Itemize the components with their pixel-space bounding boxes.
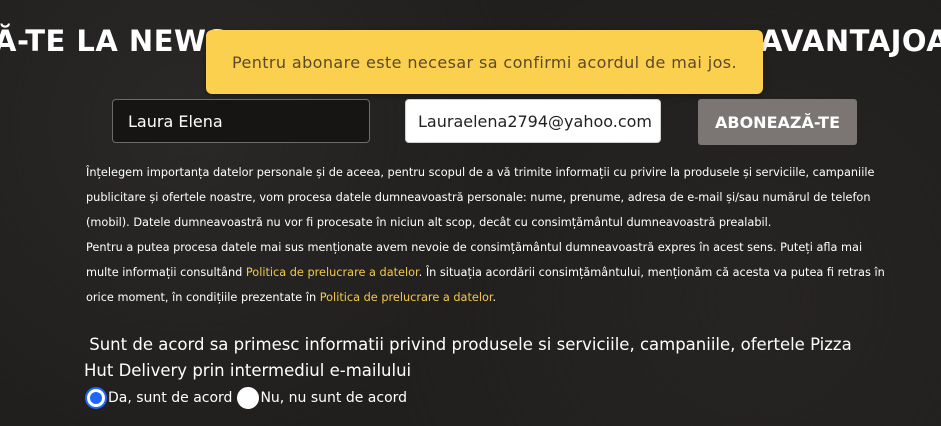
consent-option-yes-label: Da, sunt de acord bbox=[108, 390, 233, 406]
privacy-notice: Înțelegem importanța datelor personale ș… bbox=[86, 160, 886, 310]
consent-question: Sunt de acord sa primesc informatii priv… bbox=[84, 332, 884, 384]
privacy-policy-link-2[interactable]: Politica de prelucrare a datelor bbox=[320, 291, 493, 304]
subscribe-button[interactable]: ABONEAZĂ-TE bbox=[698, 99, 857, 145]
radio-yes[interactable] bbox=[85, 387, 107, 409]
email-field[interactable]: Lauraelena2794@yahoo.com bbox=[405, 99, 661, 143]
name-field-value: Laura Elena bbox=[128, 111, 223, 131]
consent-question-text: Sunt de acord sa primesc informatii priv… bbox=[84, 335, 852, 380]
consent-option-yes[interactable]: Da, sunt de acord bbox=[85, 387, 232, 409]
headline-left-text: Ă-TE LA NEWS bbox=[0, 24, 228, 58]
privacy-paragraph-1: Înțelegem importanța datelor personale ș… bbox=[86, 166, 875, 229]
headline-right-text: AVANTAJOA bbox=[760, 24, 941, 58]
email-field-value: Lauraelena2794@yahoo.com bbox=[418, 111, 653, 131]
name-field[interactable]: Laura Elena bbox=[112, 99, 370, 143]
consent-radio-group: Da, sunt de acord Nu, nu sunt de acord bbox=[85, 385, 407, 411]
radio-no[interactable] bbox=[237, 387, 260, 409]
validation-toast: Pentru abonare este necesar sa confirmi … bbox=[206, 30, 763, 94]
toast-message: Pentru abonare este necesar sa confirmi … bbox=[231, 52, 738, 72]
privacy-paragraph-2: Pentru a putea procesa datele mai sus me… bbox=[86, 235, 886, 310]
consent-option-no[interactable]: Nu, nu sunt de acord bbox=[232, 387, 407, 409]
privacy-policy-link-1[interactable]: Politica de prelucrare a datelor bbox=[246, 266, 419, 279]
privacy-text-c: . bbox=[492, 291, 497, 304]
consent-option-no-label: Nu, nu sunt de acord bbox=[260, 390, 408, 406]
